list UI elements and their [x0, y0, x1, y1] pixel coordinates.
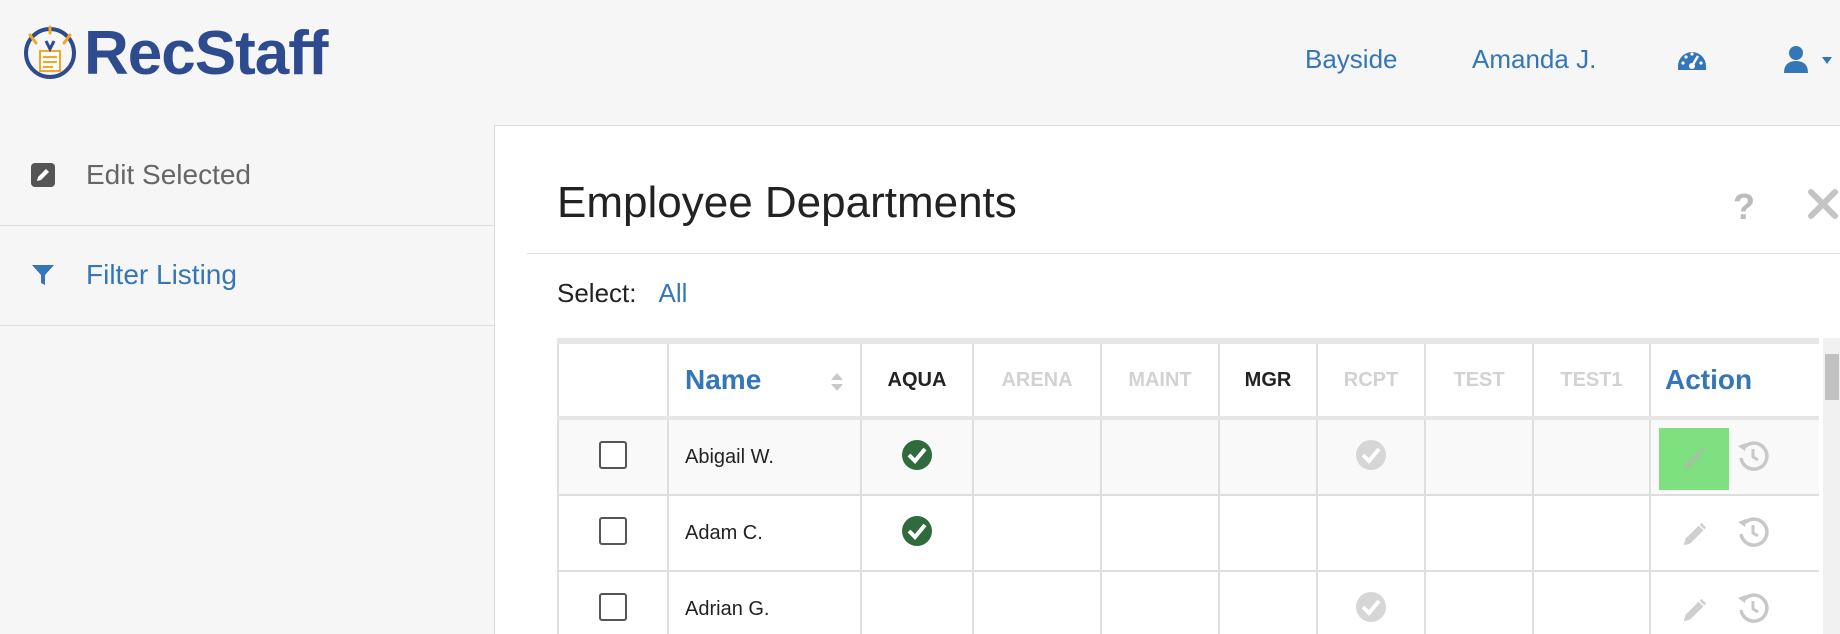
- select-label: Select:: [557, 278, 637, 308]
- sidebar-item-edit-selected[interactable]: Edit Selected: [0, 125, 494, 226]
- dept-cell-test[interactable]: [1424, 570, 1534, 634]
- dashboard-icon[interactable]: [1676, 44, 1708, 76]
- edit-icon: [30, 162, 56, 188]
- sort-icon[interactable]: [828, 370, 846, 394]
- table-row: Adam C.: [557, 494, 1819, 572]
- select-all-link[interactable]: All: [659, 278, 688, 309]
- dept-cell-rcpt[interactable]: [1316, 494, 1426, 572]
- dept-cell-rcpt[interactable]: [1316, 570, 1426, 634]
- name-header-label: Name: [685, 364, 762, 395]
- sidebar-item-label: Edit Selected: [86, 159, 251, 190]
- dept-header-mgr[interactable]: MGR: [1218, 338, 1318, 420]
- dept-cell-arena[interactable]: [972, 570, 1102, 634]
- history-icon: [1738, 517, 1769, 547]
- action-cell: [1649, 494, 1819, 572]
- user-icon: [1784, 46, 1832, 73]
- dept-header-rcpt[interactable]: RCPT: [1316, 338, 1426, 420]
- dept-cell-arena[interactable]: [972, 417, 1102, 496]
- dept-header-test[interactable]: TEST: [1424, 338, 1534, 420]
- dept-cell-maint[interactable]: [1100, 570, 1220, 634]
- edit-button[interactable]: [1659, 504, 1729, 566]
- select-column-header: [557, 338, 669, 420]
- select-row: Select: All: [557, 278, 687, 309]
- employee-name-cell: Adam C.: [667, 494, 862, 572]
- history-icon: [1738, 441, 1769, 471]
- dept-cell-maint[interactable]: [1100, 417, 1220, 496]
- sidebar: Edit Selected Filter Listing: [0, 125, 494, 633]
- check-circle-icon: [902, 439, 932, 470]
- action-header-label: Action: [1665, 364, 1753, 395]
- table-row: Adrian G.: [557, 570, 1819, 634]
- action-cell: [1649, 417, 1819, 496]
- dept-cell-mgr[interactable]: [1218, 494, 1318, 572]
- table-header: Name AQUA ARENA MAINT MGR RCPT TEST TEST…: [557, 338, 1819, 420]
- history-icon: [1738, 593, 1769, 623]
- history-button[interactable]: [1733, 510, 1773, 554]
- pencil-icon: [1683, 446, 1707, 470]
- row-checkbox[interactable]: [599, 440, 627, 469]
- divider: [527, 253, 1840, 254]
- help-button[interactable]: ?: [1733, 186, 1755, 228]
- dept-header-test1[interactable]: TEST1: [1532, 338, 1651, 420]
- check-circle-icon: [1356, 439, 1386, 470]
- edit-button[interactable]: [1659, 428, 1729, 490]
- employee-name: Abigail W.: [685, 445, 774, 468]
- departments-table: Name AQUA ARENA MAINT MGR RCPT TEST TEST…: [557, 338, 1819, 634]
- pencil-icon: [1683, 522, 1707, 546]
- sidebar-item-filter-listing[interactable]: Filter Listing: [0, 225, 494, 326]
- dept-cell-mgr[interactable]: [1218, 570, 1318, 634]
- dept-cell-test1[interactable]: [1532, 417, 1651, 496]
- filter-icon: [30, 262, 56, 288]
- dept-cell-maint[interactable]: [1100, 494, 1220, 572]
- employee-name: Adam C.: [685, 521, 763, 544]
- dept-cell-test[interactable]: [1424, 417, 1534, 496]
- row-select-cell: [557, 494, 669, 572]
- brand-logo[interactable]: RecStaff: [22, 18, 329, 88]
- employee-name: Adrian G.: [685, 597, 770, 620]
- departments-table-container: Name AQUA ARENA MAINT MGR RCPT TEST TEST…: [557, 338, 1819, 634]
- row-checkbox[interactable]: [599, 592, 627, 621]
- dept-cell-test1[interactable]: [1532, 570, 1651, 634]
- row-checkbox[interactable]: [599, 516, 627, 545]
- dept-cell-aqua[interactable]: [860, 417, 974, 496]
- scrollbar-thumb[interactable]: [1825, 354, 1839, 400]
- action-column-header: Action: [1649, 338, 1819, 420]
- row-select-cell: [557, 417, 669, 496]
- dept-cell-aqua[interactable]: [860, 570, 974, 634]
- action-cell: [1649, 570, 1819, 634]
- nav-location-link[interactable]: Bayside: [1305, 44, 1398, 75]
- page-title: Employee Departments: [557, 178, 1017, 227]
- employee-departments-panel: Employee Departments ? Select: All Name: [494, 125, 1840, 634]
- history-button[interactable]: [1733, 434, 1773, 478]
- dept-cell-rcpt[interactable]: [1316, 417, 1426, 496]
- dept-cell-aqua[interactable]: [860, 494, 974, 572]
- dept-cell-mgr[interactable]: [1218, 417, 1318, 496]
- dept-cell-test[interactable]: [1424, 494, 1534, 572]
- app-header: RecStaff Bayside Amanda J.: [0, 0, 1840, 125]
- dept-header-aqua[interactable]: AQUA: [860, 338, 974, 420]
- brand-name: RecStaff: [84, 18, 329, 88]
- caret-down-icon: [1822, 57, 1832, 64]
- logo-icon: [24, 25, 76, 79]
- employee-name-cell: Adrian G.: [667, 570, 862, 634]
- sidebar-item-label: Filter Listing: [86, 259, 237, 290]
- dept-cell-test1[interactable]: [1532, 494, 1651, 572]
- edit-button[interactable]: [1659, 580, 1729, 634]
- table-row: Abigail W.: [557, 417, 1819, 496]
- row-select-cell: [557, 570, 669, 634]
- check-circle-icon: [1356, 591, 1386, 622]
- history-button[interactable]: [1733, 586, 1773, 630]
- close-icon[interactable]: [1805, 186, 1840, 222]
- employee-name-cell: Abigail W.: [667, 417, 862, 496]
- dept-cell-arena[interactable]: [972, 494, 1102, 572]
- dept-header-arena[interactable]: ARENA: [972, 338, 1102, 420]
- user-menu-button[interactable]: [1782, 43, 1840, 77]
- dept-header-maint[interactable]: MAINT: [1100, 338, 1220, 420]
- name-column-header[interactable]: Name: [667, 338, 862, 420]
- pencil-icon: [1683, 598, 1707, 622]
- table-scrollbar[interactable]: [1823, 338, 1840, 634]
- check-circle-icon: [902, 515, 932, 546]
- nav-user-link[interactable]: Amanda J.: [1472, 44, 1596, 75]
